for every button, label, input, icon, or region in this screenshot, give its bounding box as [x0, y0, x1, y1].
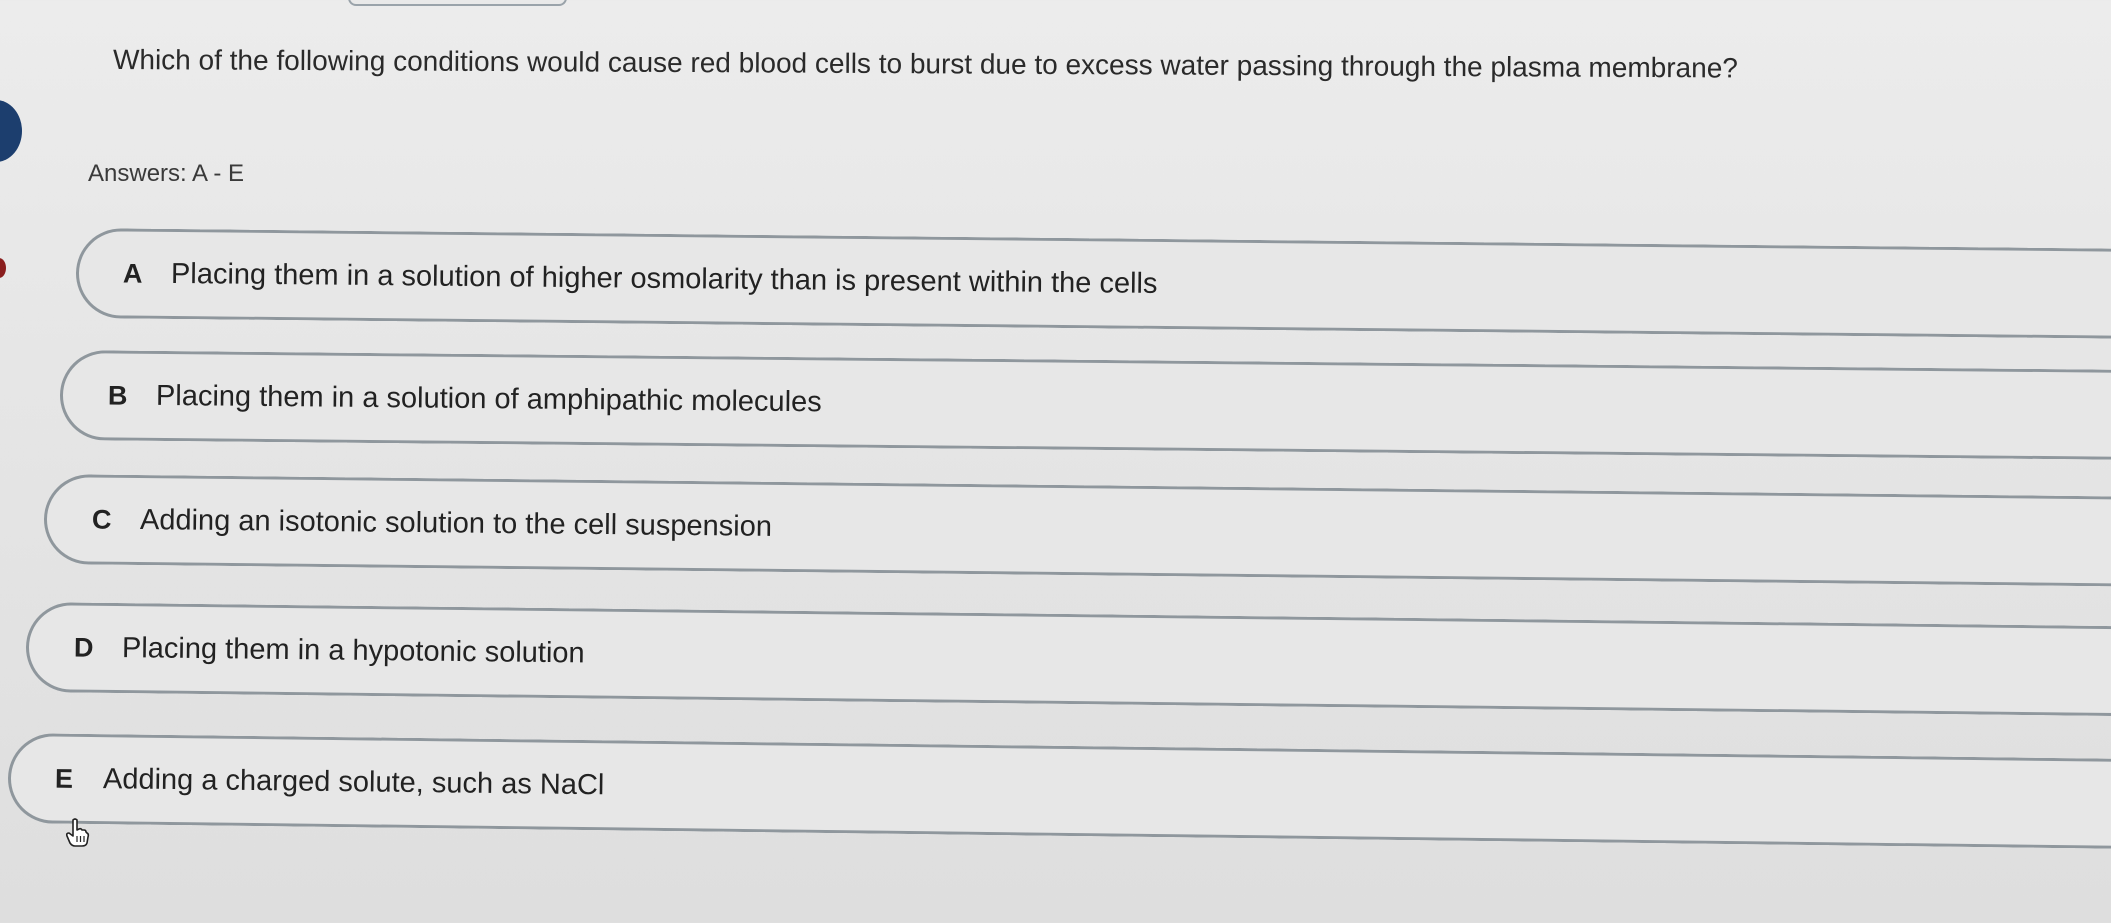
answer-option-d[interactable]: D Placing them in a hypotonic solution: [25, 602, 2111, 717]
hand-pointer-icon: [65, 818, 90, 847]
option-text: Placing them in a solution of higher osm…: [170, 257, 1158, 300]
option-letter: B: [107, 379, 128, 411]
top-tab-edge[interactable]: [348, 0, 567, 6]
option-text: Placing them in a solution of amphipathi…: [155, 379, 822, 418]
side-badge: [0, 100, 22, 162]
option-letter: E: [54, 763, 74, 794]
answers-range-label: Answers: A - E: [88, 160, 245, 187]
question-text: Which of the following conditions would …: [112, 44, 1738, 84]
option-letter: D: [73, 632, 94, 663]
answer-option-e[interactable]: E Adding a charged solute, such as NaCl: [7, 733, 2111, 849]
option-letter: C: [91, 504, 112, 535]
answer-option-c[interactable]: C Adding an isotonic solution to the cel…: [43, 474, 2111, 587]
side-dot: [0, 258, 6, 278]
answer-option-a[interactable]: A Placing them in a solution of higher o…: [75, 228, 2111, 339]
option-letter: A: [122, 257, 143, 289]
option-text: Placing them in a hypotonic solution: [121, 631, 585, 669]
answer-option-b[interactable]: B Placing them in a solution of amphipat…: [59, 350, 2111, 460]
option-text: Adding a charged solute, such as NaCl: [102, 762, 605, 801]
option-text: Adding an isotonic solution to the cell …: [139, 503, 773, 543]
